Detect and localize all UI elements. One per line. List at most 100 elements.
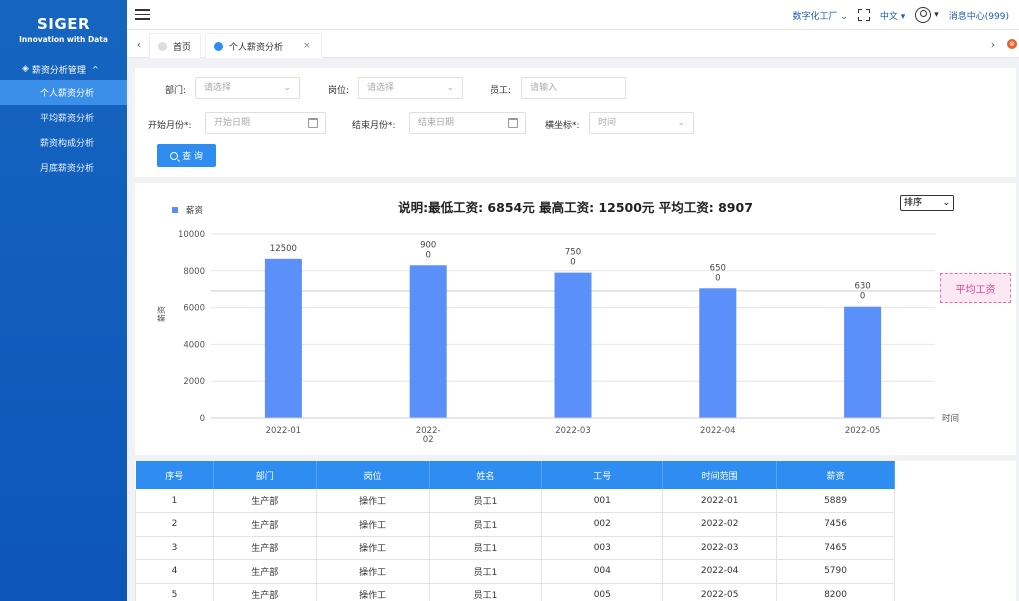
table-cell: 3 — [135, 536, 214, 560]
menu-group-label: 薪资分析管理 — [31, 65, 86, 76]
sidebar-item-month-end-salary[interactable]: 月底薪资分析 — [0, 155, 127, 180]
column-header: 时间范围 — [662, 461, 778, 489]
tab-home[interactable]: 首页 — [149, 33, 201, 58]
table-cell: 003 — [541, 536, 664, 560]
post-placeholder: 请选择 — [367, 83, 395, 93]
table-cell: 8200 — [776, 583, 895, 601]
logo: SIGER Innovation with Data — [0, 0, 127, 58]
data-label: 900 — [420, 240, 436, 250]
data-label: 0 — [860, 292, 865, 302]
x-axis-select[interactable]: 时间 ⌄ — [589, 112, 694, 134]
table-cell: 操作工 — [316, 536, 430, 560]
tab-personal-salary[interactable]: 个人薪资分析 × — [205, 33, 322, 58]
salary-table-panel: 序号 部门 岗位 姓名 工号 时间范围 薪资 1 生产部 操作工 员工1 001 2022-01 588… — [135, 461, 1016, 601]
tabs-scroll-right-icon[interactable]: › — [983, 30, 1003, 58]
query-button-label: 查 询 — [182, 152, 203, 162]
data-label: 0 — [570, 258, 575, 268]
user-menu[interactable]: ▾ — [915, 7, 939, 23]
sidebar-item-personal-salary[interactable]: 个人薪资分析 — [0, 80, 127, 105]
table-cell: 4 — [135, 559, 214, 584]
chevron-down-icon: ⌄ — [283, 83, 291, 93]
chevron-up-icon: ^ — [91, 64, 99, 74]
x-axis-label: 横坐标*: — [545, 121, 580, 131]
table-cell: 操作工 — [316, 559, 430, 584]
column-header: 序号 — [135, 461, 214, 489]
table-cell: 2022-03 — [662, 536, 778, 560]
tab-status-dot — [158, 41, 167, 51]
y-axis-title: 薪资 — [156, 306, 166, 322]
y-tick-label: 2000 — [183, 377, 205, 387]
sidebar: SIGER Innovation with Data ◈ 薪资分析管理 ^ 个人… — [0, 0, 127, 601]
y-tick-label: 4000 — [183, 340, 205, 350]
table-header-row: 序号 部门 岗位 姓名 工号 时间范围 薪资 — [135, 461, 895, 489]
tab-label: 个人薪资分析 — [229, 42, 284, 53]
column-header: 薪资 — [776, 461, 895, 489]
table-cell: 生产部 — [213, 559, 317, 584]
table-cell: 员工1 — [429, 489, 543, 513]
table-cell: 7465 — [776, 536, 895, 560]
message-center-link[interactable]: 消息中心(999) — [949, 9, 1009, 22]
sidebar-item-label: 月底薪资分析 — [40, 164, 95, 174]
data-label: 12500 — [270, 244, 297, 254]
sidebar-item-salary-composition[interactable]: 薪资构成分析 — [0, 130, 127, 155]
start-month-picker[interactable]: 开始日期 — [205, 112, 326, 134]
fullscreen-icon[interactable] — [857, 9, 870, 21]
y-tick-label: 0 — [200, 414, 205, 424]
salary-bar-chart: 0200040006000800010000薪资125002022-019000… — [156, 230, 959, 445]
y-tick-label: 8000 — [183, 267, 205, 277]
tab-status-dot — [214, 41, 223, 51]
chart-panel: 说明:最低工资: 6854元 最高工资: 12500元 平均工资: 8907 薪… — [135, 183, 1016, 455]
column-header: 姓名 — [429, 461, 543, 489]
table-cell: 员工1 — [429, 583, 543, 601]
data-label: 650 — [710, 263, 726, 273]
query-button[interactable]: 查 询 — [157, 144, 216, 167]
table-row[interactable]: 1 生产部 操作工 员工1 001 2022-01 5889 — [135, 489, 895, 513]
sidebar-item-average-salary[interactable]: 平均薪资分析 — [0, 105, 127, 130]
table-cell: 操作工 — [316, 512, 430, 537]
factory-dropdown[interactable]: 数字化工厂 ⌄ — [792, 9, 847, 22]
language-label: 中文 — [879, 11, 898, 22]
tabs-scroll-left-icon[interactable]: ‹ — [129, 30, 149, 58]
factory-label: 数字化工厂 — [792, 11, 838, 22]
x-tick-label: 2022-04 — [700, 426, 736, 436]
end-month-placeholder: 结束日期 — [418, 118, 455, 128]
chevron-down-icon: ⌄ — [677, 118, 685, 128]
table-row[interactable]: 5 生产部 操作工 员工1 005 2022-05 8200 — [135, 583, 895, 601]
tab-close-icon[interactable]: × — [303, 41, 311, 51]
x-axis-placeholder: 时间 — [598, 118, 617, 128]
table-row[interactable]: 3 生产部 操作工 员工1 003 2022-03 7465 — [135, 536, 895, 560]
menu-group-salary[interactable]: ◈ 薪资分析管理 ^ — [0, 58, 127, 80]
sidebar-item-label: 平均薪资分析 — [40, 114, 95, 124]
dept-label: 部门: — [165, 86, 187, 96]
data-label: 0 — [425, 250, 430, 260]
tab-label: 首页 — [173, 42, 192, 53]
column-header: 部门 — [213, 461, 317, 489]
table-cell: 004 — [541, 559, 664, 584]
table-cell: 7456 — [776, 512, 895, 537]
y-tick-label: 10000 — [178, 230, 205, 240]
sidebar-item-label: 薪资构成分析 — [40, 139, 95, 149]
close-all-tabs-icon[interactable]: ⊗ — [1007, 39, 1017, 49]
table-cell: 员工1 — [429, 559, 543, 584]
data-label: 0 — [715, 273, 720, 283]
salary-table: 序号 部门 岗位 姓名 工号 时间范围 薪资 1 生产部 操作工 员工1 001 2022-01 588… — [135, 461, 895, 601]
sidebar-item-label: 个人薪资分析 — [40, 89, 95, 99]
table-row[interactable]: 2 生产部 操作工 员工1 002 2022-02 7456 — [135, 512, 895, 537]
hamburger-menu-icon[interactable] — [135, 9, 150, 20]
table-cell: 001 — [541, 489, 664, 513]
end-month-picker[interactable]: 结束日期 — [409, 112, 526, 134]
post-select[interactable]: 请选择 ⌄ — [358, 77, 463, 99]
table-cell: 002 — [541, 512, 664, 537]
top-bar: 数字化工厂 ⌄ 中文 ▾ ▾ 消息中心(999) — [127, 0, 1019, 30]
employee-input[interactable]: 请输入 — [521, 77, 626, 99]
data-label: 630 — [854, 282, 870, 292]
table-cell: 操作工 — [316, 583, 430, 601]
y-tick-label: 6000 — [183, 304, 205, 314]
table-row[interactable]: 4 生产部 操作工 员工1 004 2022-04 5790 — [135, 559, 895, 584]
bar — [554, 272, 592, 418]
dept-select[interactable]: 请选择 ⌄ — [195, 77, 300, 99]
bar — [699, 288, 737, 418]
table-cell: 2 — [135, 512, 214, 537]
table-cell: 生产部 — [213, 512, 317, 537]
language-dropdown[interactable]: 中文 ▾ — [880, 9, 905, 22]
